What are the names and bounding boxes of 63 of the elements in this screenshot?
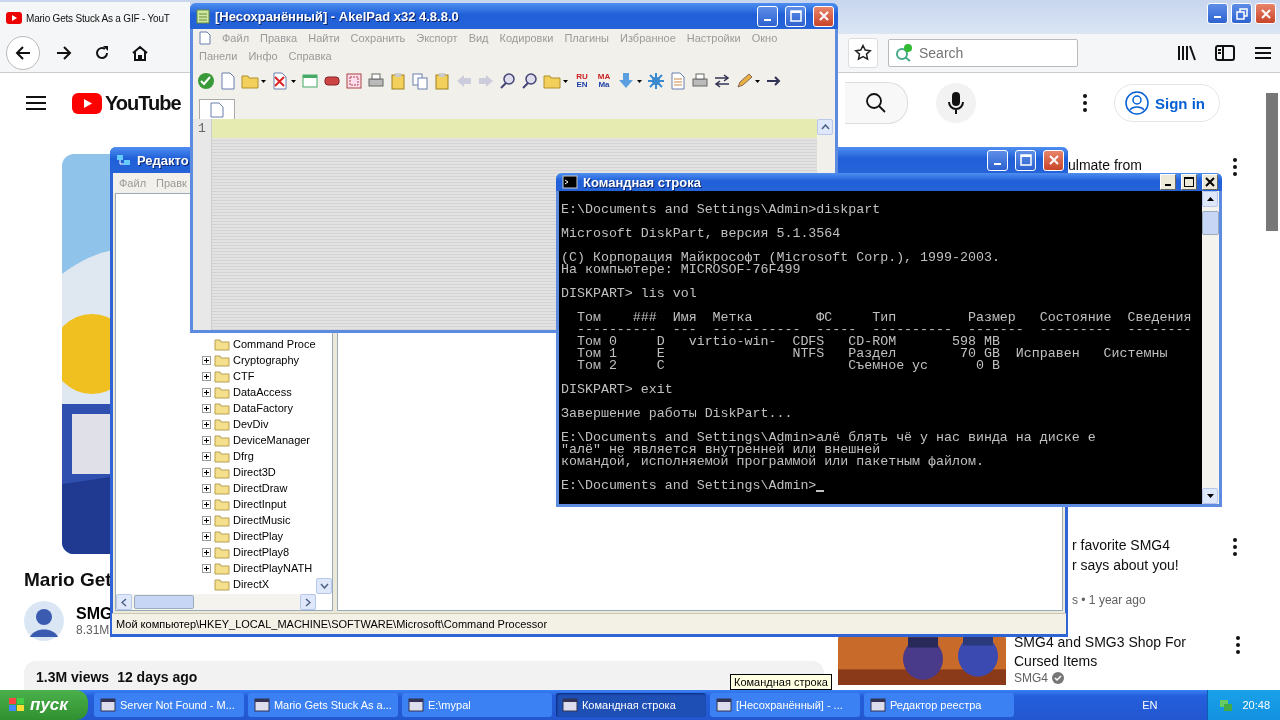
window-title: Командная строка (583, 174, 701, 190)
tree-item[interactable]: Command Proce (233, 338, 316, 350)
video-title[interactable]: ulmate from (1068, 155, 1218, 175)
tree-item[interactable]: CTF (233, 370, 255, 382)
video-title[interactable]: SMG4 and SMG3 Shop For (1014, 633, 1221, 652)
tree-item[interactable]: DirectMusic (233, 514, 291, 526)
console-line: командой, исполняемой программой или пакетным файлом. (561, 456, 984, 468)
tree-item[interactable]: DataFactory (233, 402, 293, 414)
video-title[interactable]: r says about you! (1072, 555, 1218, 575)
taskbar-button[interactable]: Mario Gets Stuck As a... (247, 693, 398, 717)
console-line: Том 0 D virtio-win- CDFS CD-ROM 598 MB (575, 336, 1000, 348)
tree-item[interactable]: DevDiv (233, 418, 269, 430)
search-field[interactable]: Search (888, 39, 1078, 67)
console-line: Завершение работы DiskPart... (561, 408, 793, 420)
console-line: DISKPART> exit (561, 384, 673, 396)
video-meta: SMG4 (1014, 671, 1048, 685)
tree-item[interactable]: DirectInput (233, 498, 287, 510)
console-line: Microsoft DiskPart, версия 5.1.3564 (561, 228, 841, 240)
video-meta: s • 1 year ago (1072, 593, 1146, 607)
browser-tab[interactable]: Mario Gets Stuck As a GIF - YouT (0, 2, 190, 34)
tree-item[interactable]: DirectPlay (233, 530, 284, 542)
clock: 20:48 (1242, 699, 1270, 711)
taskbar-button[interactable]: Редактор реестра (863, 693, 1014, 717)
tree-item[interactable]: Cryptography (233, 354, 300, 366)
video-title[interactable]: Cursed Items (1014, 652, 1221, 671)
console-line: E:\Documents and Settings\Admin>diskpart (561, 204, 881, 216)
tree-item[interactable]: Direct3D (233, 466, 276, 478)
console-line: Том ### Имя Метка ФС Тип Размер Состояние Сведения (575, 312, 1192, 324)
tree-item[interactable]: DirectX (233, 578, 270, 590)
tooltip: Командная строка (730, 674, 832, 690)
toolbar-button[interactable]: RU EN (573, 73, 591, 89)
tree-item[interactable]: Dfrg (233, 450, 254, 462)
tree-item[interactable]: DirectPlayNATH (233, 562, 313, 574)
upload-date: 12 days ago (117, 669, 198, 687)
tree-item[interactable]: DirectPlay8 (233, 546, 290, 558)
console-line: DISKPART> lis vol (561, 288, 697, 300)
tree-item[interactable]: DirectDraw (233, 482, 288, 494)
taskbar-button[interactable]: Server Not Found - M... (93, 693, 244, 717)
console-line: (C) Корпорация Майкрософт (Microsoft Corp.), 1999-2003. (561, 252, 1000, 264)
channel-name[interactable]: SMG (76, 605, 113, 623)
toolbar-button[interactable]: MA Ma (595, 73, 613, 89)
console-line: На компьютере: MICROSOF-76F499 (561, 264, 801, 276)
tree-item[interactable]: DataAccess (233, 386, 292, 398)
window-title: [Несохранённый] - AkelPad x32 4.8.8.0 (215, 8, 459, 24)
tree-item[interactable]: DeviceManager (233, 434, 311, 446)
line-number: 1 (198, 120, 206, 138)
console-line: E:\Documents and Settings\Admin>алё блять чё у нас винда на диске е (561, 432, 1096, 444)
taskbar-button[interactable]: Командная строка (555, 693, 706, 717)
taskbar-button[interactable]: E:\mypal (401, 693, 552, 717)
console-line: Том 2 C Съемное ус 0 B (575, 360, 1000, 372)
console-line: E:\Documents and Settings\Admin> (561, 480, 817, 492)
subscriber-count: 8.31M (76, 623, 111, 637)
language-indicator[interactable]: EN (1142, 699, 1158, 711)
console-line: Том 1 E NTFS Раздел 70 GB Исправен Системны (575, 348, 1168, 360)
video-title: Mario Get (24, 569, 112, 591)
console-line: ---------- --- ----------- ----- ---------- ------- --------- -------- (575, 324, 1192, 336)
status-text: Мой компьютер\HKEY_LOCAL_MACHINE\SOFTWARE\Microsoft\Command Processor (116, 618, 548, 630)
taskbar-button[interactable]: [Несохранённый] - ... (709, 693, 860, 717)
video-title[interactable]: r favorite SMG4 (1072, 535, 1218, 555)
view-count: 1.3M views (36, 669, 110, 687)
console-line: "алё" не является внутренней или внешней (561, 444, 881, 456)
youtube-logo[interactable]: YouTube (72, 91, 181, 115)
window-title: Редакто (137, 152, 189, 168)
